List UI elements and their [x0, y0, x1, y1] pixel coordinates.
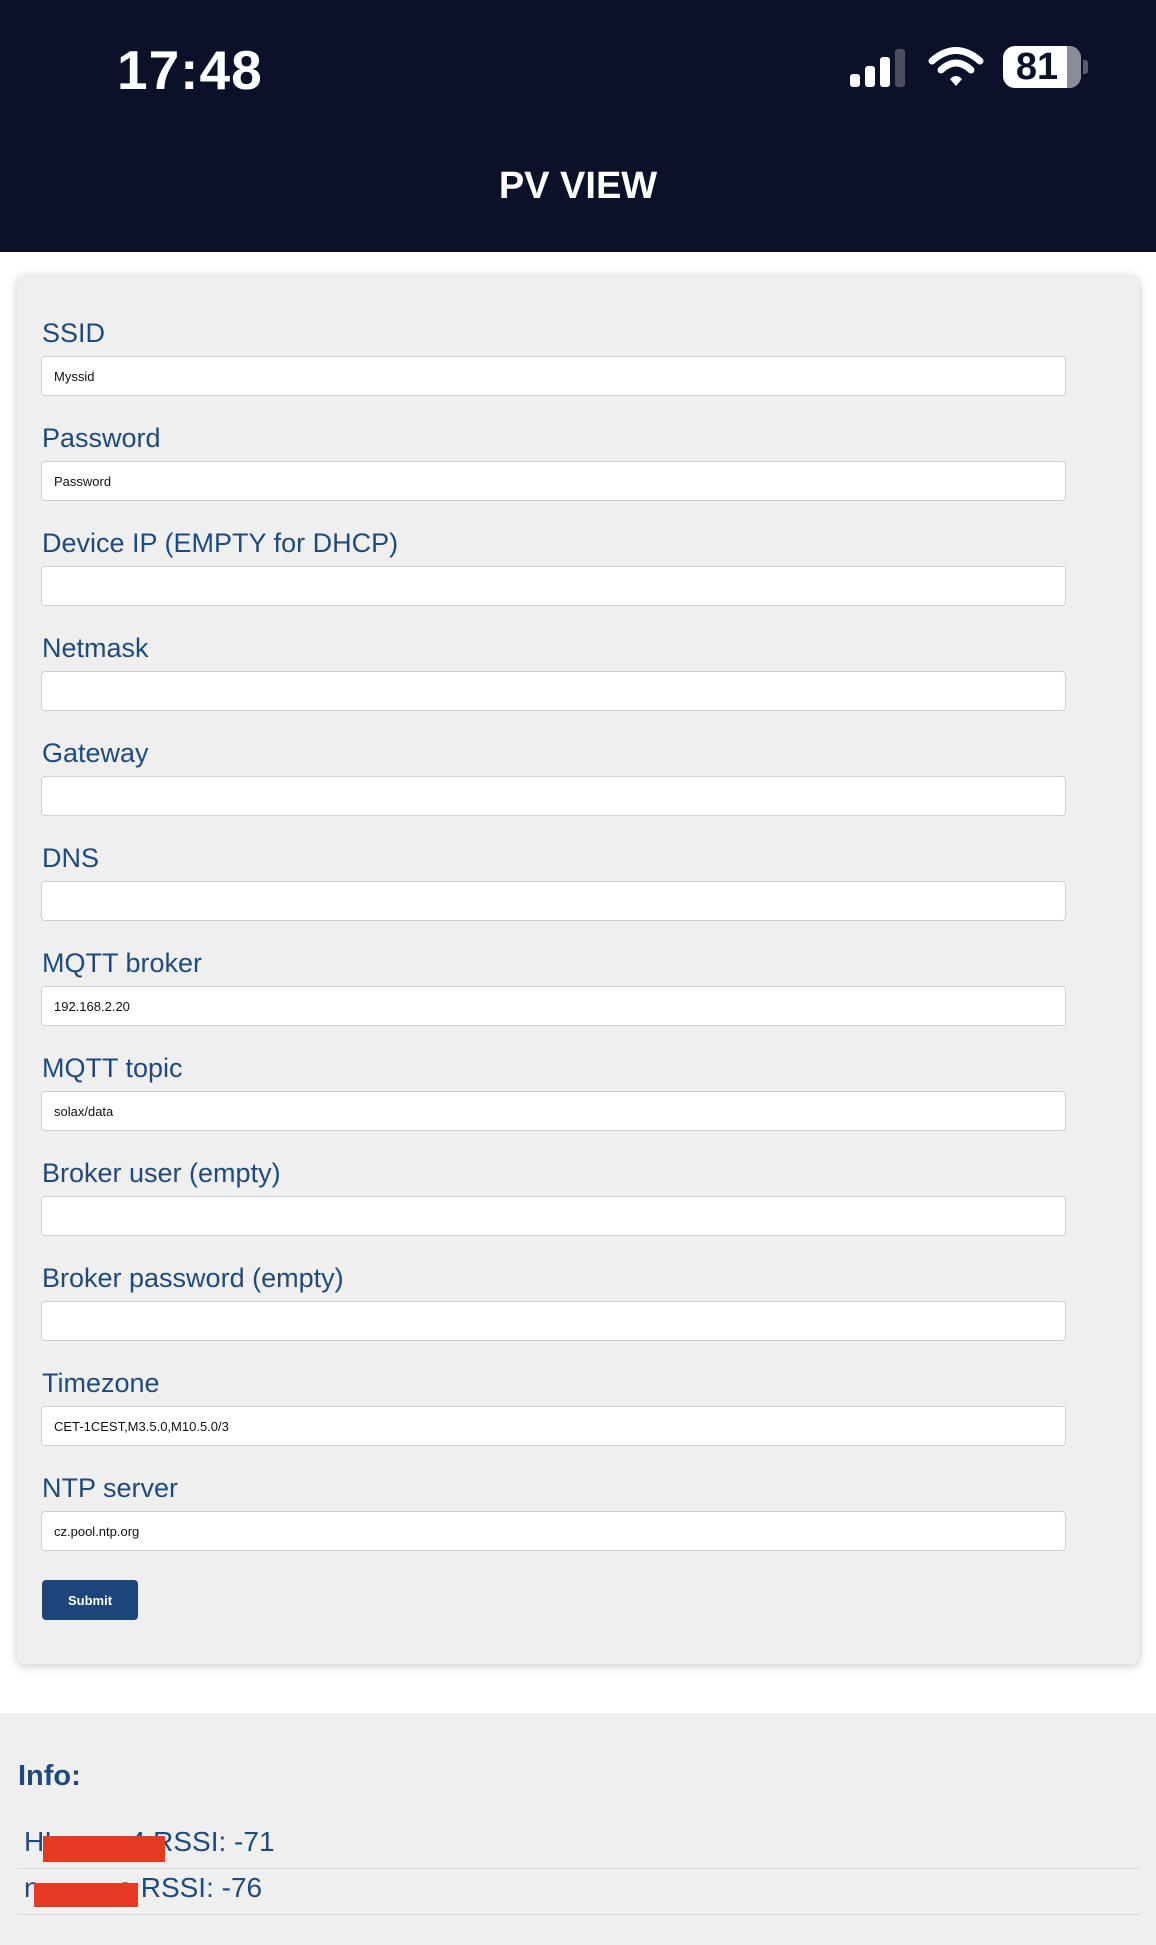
info-title: Info: — [18, 1760, 81, 1792]
battery-level: 81 — [1015, 46, 1059, 88]
timezone-label: Timezone — [42, 1368, 160, 1398]
status-bar: 17:48 81 PV VIEW — [0, 0, 1156, 252]
battery-cap — [1083, 60, 1088, 74]
wifi-icon — [928, 47, 984, 86]
gateway-input[interactable] — [41, 776, 1066, 816]
info-section: Info: HI 4 RSSI: -71 n e RSSI: -76 — [0, 1713, 1156, 1945]
redaction-mark — [34, 1883, 138, 1907]
network-list-item: n e RSSI: -76 — [18, 1869, 1140, 1915]
password-label: Password — [42, 423, 161, 453]
broker-password-input[interactable] — [41, 1301, 1066, 1341]
mqtt-topic-label: MQTT topic — [42, 1053, 183, 1083]
mqtt-broker-input[interactable] — [41, 986, 1066, 1026]
network-list-item: HI 4 RSSI: -71 — [18, 1823, 1140, 1869]
mqtt-broker-label: MQTT broker — [42, 948, 203, 978]
ntp-server-label: NTP server — [42, 1473, 179, 1503]
mqtt-topic-input[interactable] — [41, 1091, 1066, 1131]
netmask-label: Netmask — [42, 633, 149, 663]
broker-password-label: Broker password (empty) — [42, 1263, 344, 1293]
ntp-server-input[interactable] — [41, 1511, 1066, 1551]
broker-user-label: Broker user (empty) — [42, 1158, 281, 1188]
page-title: PV VIEW — [498, 165, 658, 207]
ssid-input[interactable] — [41, 356, 1066, 396]
ssid-label: SSID — [42, 318, 106, 348]
redaction-mark — [43, 1836, 165, 1862]
config-form: SSID Password Device IP (EMPTY for DHCP)… — [17, 275, 1139, 1664]
cellular-signal-icon — [850, 49, 905, 87]
battery-icon: 81 — [1003, 46, 1081, 88]
timezone-input[interactable] — [41, 1406, 1066, 1446]
device-ip-input[interactable] — [41, 566, 1066, 606]
gateway-label: Gateway — [42, 738, 149, 768]
dns-input[interactable] — [41, 881, 1066, 921]
netmask-input[interactable] — [41, 671, 1066, 711]
dns-label: DNS — [42, 843, 100, 873]
submit-button[interactable]: Submit — [42, 1580, 138, 1620]
status-time: 17:48 — [117, 39, 263, 101]
broker-user-input[interactable] — [41, 1196, 1066, 1236]
password-input[interactable] — [41, 461, 1066, 501]
device-ip-label: Device IP (EMPTY for DHCP) — [42, 528, 399, 558]
